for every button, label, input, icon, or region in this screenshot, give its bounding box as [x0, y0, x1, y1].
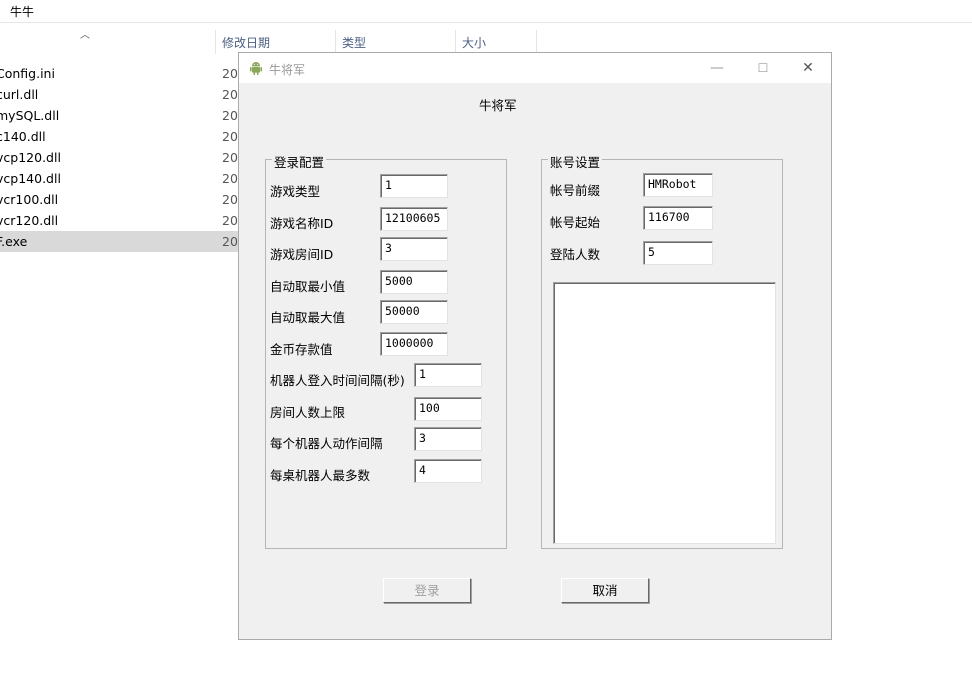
game-name-id-label: 游戏名称ID [270, 216, 334, 231]
file-row[interactable]: c140.dll 201 [0, 126, 246, 147]
login-button[interactable]: 登录 [383, 578, 471, 603]
account-prefix-label: 帐号前缀 [550, 183, 601, 198]
login-count-label: 登陆人数 [550, 247, 601, 262]
cancel-button[interactable]: 取消 [561, 578, 649, 603]
auto-max-input[interactable]: 50000 [380, 300, 448, 324]
login-interval-label: 机器人登入时间间隔(秒) [270, 373, 405, 388]
file-row[interactable]: vcp140.dll 201 [0, 168, 246, 189]
room-limit-label: 房间人数上限 [270, 405, 346, 420]
auto-min-label: 自动取最小值 [270, 279, 346, 294]
account-start-input[interactable]: 116700 [643, 206, 713, 230]
room-limit-input[interactable]: 100 [414, 397, 482, 421]
dialog-titlebar[interactable]: 牛将军 — ☐ ✕ [239, 53, 831, 83]
file-name: vcp140.dll [0, 171, 61, 186]
dialog-title: 牛将军 [269, 63, 306, 77]
login-config-group: 登录配置 游戏类型 1 游戏名称ID 12100605 游戏房间ID 3 自动取… [265, 152, 507, 549]
game-room-id-input[interactable]: 3 [380, 237, 448, 261]
max-robots-per-table-input[interactable]: 4 [414, 459, 482, 483]
file-name: curl.dll [0, 87, 39, 102]
max-robots-per-table-label: 每桌机器人最多数 [270, 468, 371, 483]
file-row[interactable]: vcr120.dll 201 [0, 210, 246, 231]
column-header-modified[interactable]: 修改日期 [215, 30, 334, 54]
file-row[interactable]: curl.dll 201 [0, 84, 246, 105]
login-interval-input[interactable]: 1 [414, 363, 482, 387]
folder-title: 牛牛 [10, 5, 35, 19]
android-app-icon [250, 62, 262, 75]
dialog-window: 牛将军 — ☐ ✕ 牛将军 登录配置 游戏类型 1 游戏名称ID 1210060… [238, 52, 832, 640]
account-start-label: 帐号起始 [550, 215, 601, 230]
log-listbox[interactable] [553, 282, 776, 544]
account-settings-legend: 账号设置 [548, 152, 603, 171]
game-name-id-input[interactable]: 12100605 [380, 207, 448, 231]
gold-deposit-input[interactable]: 1000000 [380, 332, 448, 356]
file-row[interactable]: mySQL.dll 201 [0, 105, 246, 126]
game-type-input[interactable]: 1 [380, 174, 448, 198]
file-name: mySQL.dll [0, 108, 60, 123]
auto-max-label: 自动取最大值 [270, 310, 346, 325]
gold-deposit-label: 金币存款值 [270, 342, 333, 357]
account-prefix-input[interactable]: HMRobot [643, 173, 713, 197]
file-row[interactable]: vcr100.dll 201 [0, 189, 246, 210]
file-name: vcr100.dll [0, 192, 59, 207]
dialog-header: 牛将军 [479, 98, 517, 113]
login-config-legend: 登录配置 [272, 152, 327, 171]
column-header-type[interactable]: 类型 [335, 30, 454, 54]
file-row-selected[interactable]: F.exe 202 [0, 231, 246, 252]
account-settings-group: 账号设置 帐号前缀 HMRobot 帐号起始 116700 登陆人数 5 [541, 152, 783, 549]
file-name: c140.dll [0, 129, 46, 144]
minimize-button[interactable]: — [694, 53, 740, 83]
file-name: Config.ini [0, 66, 55, 81]
sort-up-icon[interactable]: ︿ [80, 26, 90, 41]
explorer-titlebar: 牛牛 [0, 0, 972, 23]
action-interval-input[interactable]: 3 [414, 427, 482, 451]
game-room-id-label: 游戏房间ID [270, 247, 334, 262]
login-count-input[interactable]: 5 [643, 241, 713, 265]
maximize-button[interactable]: ☐ [740, 53, 786, 83]
auto-min-input[interactable]: 5000 [380, 270, 448, 294]
file-row[interactable]: Config.ini 202 [0, 63, 246, 84]
close-button[interactable]: ✕ [785, 53, 831, 83]
file-name: F.exe [0, 234, 28, 249]
game-type-label: 游戏类型 [270, 184, 321, 199]
action-interval-label: 每个机器人动作间隔 [270, 436, 383, 451]
file-row[interactable]: vcp120.dll 201 [0, 147, 246, 168]
file-name: vcr120.dll [0, 213, 59, 228]
column-header-size[interactable]: 大小 [455, 30, 537, 54]
file-name: vcp120.dll [0, 150, 61, 165]
